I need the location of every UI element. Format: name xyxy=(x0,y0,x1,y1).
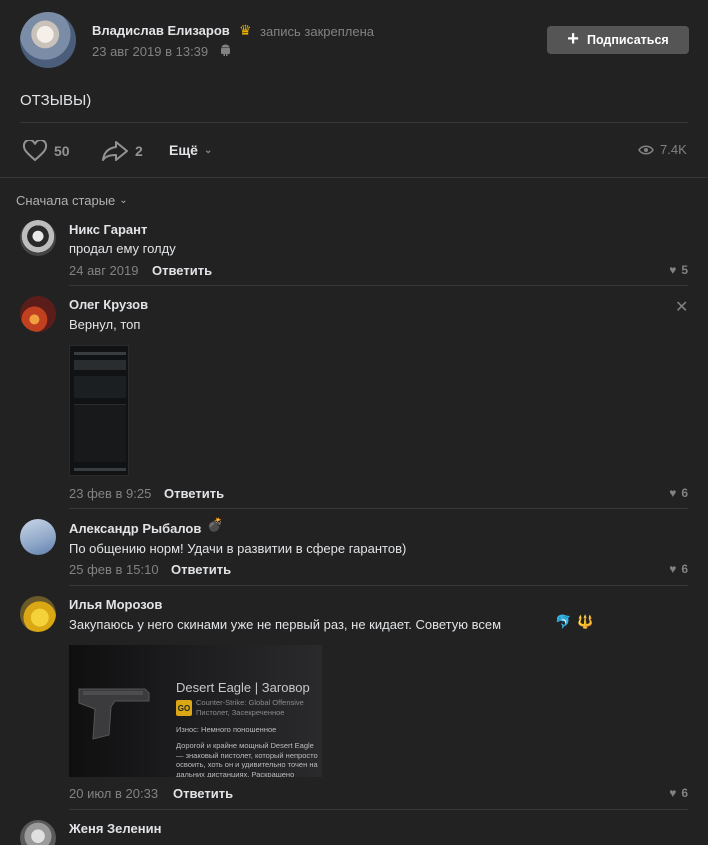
screenshot-block xyxy=(74,404,126,462)
more-label: Ещё xyxy=(169,142,198,158)
sort-dropdown[interactable]: Сначала старые ⌄ xyxy=(16,193,128,208)
share-button[interactable]: 2 xyxy=(101,140,143,162)
commenter-avatar[interactable] xyxy=(20,596,56,632)
comment-like-count: 6 xyxy=(681,562,688,576)
comment-text: Закупаюсь у него скинами уже не первый р… xyxy=(69,617,502,632)
divider xyxy=(69,809,688,810)
comment-like-button[interactable]: ♥ 5 xyxy=(669,263,688,277)
comment-date[interactable]: 25 фев в 15:10 xyxy=(69,562,159,577)
skin-game: Counter-Strike: Global Offensive xyxy=(196,698,304,707)
commenter-avatar[interactable] xyxy=(20,519,56,555)
skin-title: Desert Eagle | Заговор xyxy=(176,680,310,695)
reply-button[interactable]: Ответить xyxy=(171,562,231,577)
comment-author[interactable]: Никс Гарант xyxy=(69,222,147,237)
post-text: ОТЗЫВЫ) xyxy=(20,92,92,109)
comment-author[interactable]: Олег Крузов xyxy=(69,297,148,312)
divider xyxy=(69,285,688,286)
subscribe-label: Подписаться xyxy=(586,33,669,47)
comment-like-button[interactable]: ♥ 6 xyxy=(669,562,688,576)
comment-like-count: 6 xyxy=(681,486,688,500)
pistol-image xyxy=(78,688,150,740)
comment-text: По общению норм! Удачи в развитии в сфер… xyxy=(69,541,407,556)
share-icon xyxy=(102,141,128,161)
comment-like-button[interactable]: ♥ 6 xyxy=(669,486,688,500)
divider xyxy=(0,177,708,178)
subscribe-button[interactable]: + Подписаться xyxy=(547,26,689,54)
skin-description: Дорогой и крайне мощный Desert Eagle — з… xyxy=(176,741,318,777)
comment-date[interactable]: 23 фев в 9:25 xyxy=(69,486,151,501)
close-icon[interactable]: ✕ xyxy=(675,297,688,317)
trident-icon: 🔱 xyxy=(577,614,594,629)
post-date[interactable]: 23 авг 2019 в 13:39 xyxy=(92,44,208,59)
share-count: 2 xyxy=(135,143,143,159)
screenshot-line xyxy=(74,352,126,355)
csgo-icon: GO xyxy=(176,700,192,716)
skin-wear: Износ: Немного поношенное xyxy=(176,725,277,734)
reply-button[interactable]: Ответить xyxy=(173,786,233,801)
like-count: 50 xyxy=(54,143,70,159)
skin-type: Пистолет, Засекреченное xyxy=(196,708,285,717)
chevron-down-icon: ⌄ xyxy=(119,195,128,206)
post-author-name[interactable]: Владислав Елизаров xyxy=(92,23,230,38)
divider xyxy=(69,508,688,509)
attached-phone-screenshot[interactable] xyxy=(69,345,129,476)
bomb-icon: 💣 xyxy=(207,517,224,532)
post-author-avatar[interactable] xyxy=(20,12,76,68)
sort-label: Сначала старые xyxy=(16,193,116,208)
commenter-avatar[interactable] xyxy=(20,296,56,332)
comment-author[interactable]: Женя Зеленин xyxy=(69,821,161,836)
android-icon xyxy=(220,44,231,59)
comment-text: Вернул, топ xyxy=(69,317,141,332)
divider xyxy=(20,122,688,123)
comment-date[interactable]: 20 июл в 20:33 xyxy=(69,786,158,801)
commenter-avatar[interactable] xyxy=(20,220,56,256)
plus-icon: + xyxy=(567,28,579,50)
comment-date[interactable]: 24 авг 2019 xyxy=(69,263,138,278)
heart-icon: ♥ xyxy=(669,263,677,277)
pinned-label: запись закреплена xyxy=(260,24,374,39)
screenshot-block xyxy=(74,376,126,398)
divider xyxy=(69,585,688,586)
more-button[interactable]: Ещё ⌄ xyxy=(169,142,212,158)
attached-skin-screenshot[interactable]: Desert Eagle | Заговор GO Counter-Strike… xyxy=(69,645,322,777)
screenshot-line xyxy=(74,468,126,471)
commenter-avatar[interactable] xyxy=(20,820,56,845)
comment-like-count: 6 xyxy=(681,786,688,800)
dolphin-icon: 🐬 xyxy=(555,614,572,629)
heart-icon xyxy=(22,140,48,162)
comment-author[interactable]: Александр Рыбалов xyxy=(69,521,201,536)
comment-like-button[interactable]: ♥ 6 xyxy=(669,786,688,800)
reply-button[interactable]: Ответить xyxy=(152,263,212,278)
comment-text: продал ему голду xyxy=(69,241,176,256)
chevron-down-icon: ⌄ xyxy=(203,144,213,156)
screenshot-block xyxy=(74,360,126,370)
heart-icon: ♥ xyxy=(669,786,677,800)
heart-icon: ♥ xyxy=(669,562,677,576)
views-counter: 7.4K xyxy=(638,142,687,157)
views-count: 7.4K xyxy=(660,142,687,157)
reply-button[interactable]: Ответить xyxy=(164,486,224,501)
crown-icon: ♛ xyxy=(239,22,252,38)
comment-like-count: 5 xyxy=(681,263,688,277)
heart-icon: ♥ xyxy=(669,486,677,500)
comment-author[interactable]: Илья Морозов xyxy=(69,597,162,612)
eye-icon xyxy=(638,145,654,154)
like-button[interactable]: 50 xyxy=(22,140,70,162)
